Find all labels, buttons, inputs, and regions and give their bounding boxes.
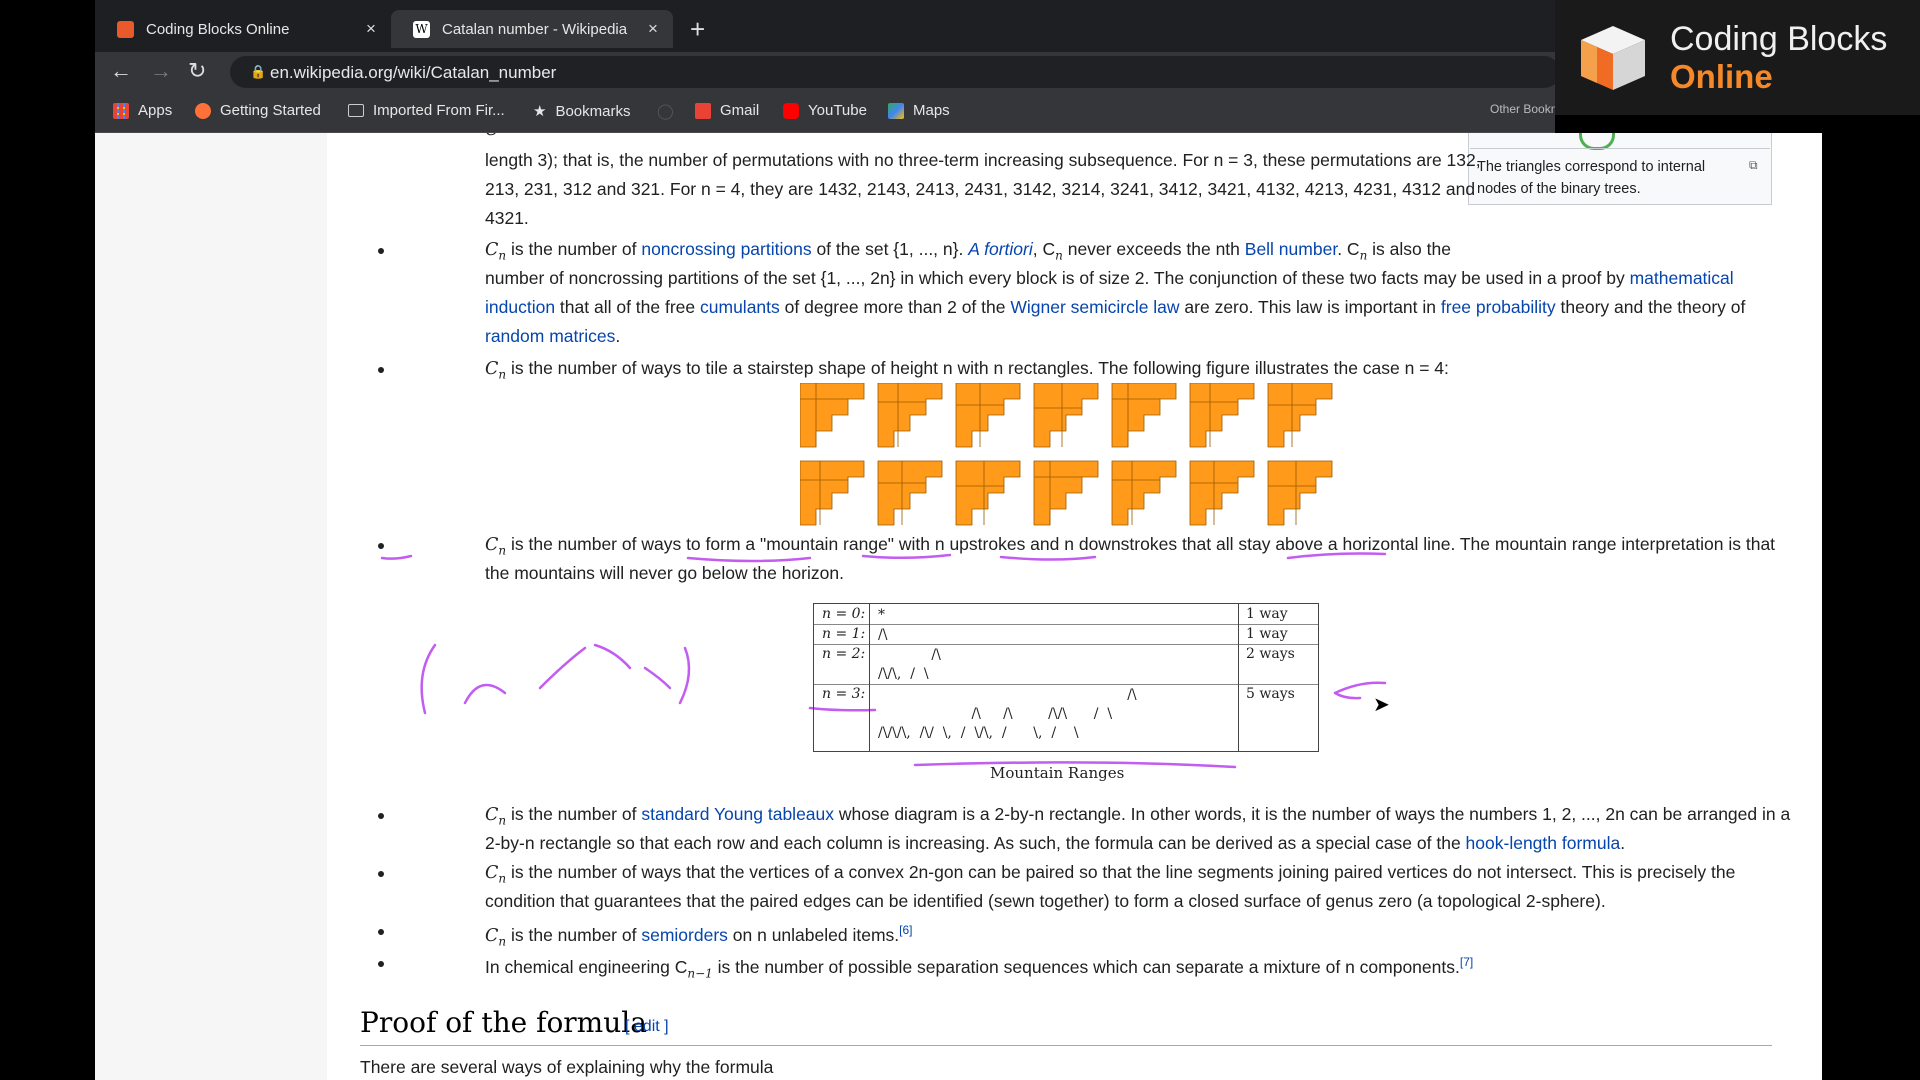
- youtube-icon: [783, 102, 799, 119]
- bookmark-bookmarks[interactable]: ★ Bookmarks: [533, 102, 631, 121]
- bullet: [378, 961, 384, 967]
- chemical-line: In chemical engineering Cn−1 is the numb…: [485, 955, 1474, 981]
- ref-7[interactable]: [7]: [1460, 955, 1473, 969]
- bookmark-label: Bookmarks: [555, 102, 631, 120]
- tab-close-icon[interactable]: ×: [641, 19, 665, 39]
- row-mountains: *: [878, 607, 885, 623]
- logo-text-coding-blocks: Coding Blocks: [1670, 20, 1888, 58]
- bookmark-label: Imported From Fir...: [373, 102, 505, 119]
- back-icon[interactable]: ←: [110, 58, 132, 84]
- row-n: n = 2:: [822, 646, 866, 662]
- bookmark-getting-started[interactable]: Getting Started: [195, 102, 321, 119]
- wikipedia-favicon-icon: W: [413, 20, 430, 38]
- row-ways: 5 ways: [1246, 686, 1295, 702]
- table-column-rule: [869, 604, 870, 751]
- bookmark-label: YouTube: [808, 102, 867, 119]
- row-mountains: /\: [878, 627, 888, 643]
- coding-blocks-logo-overlay: Coding Blocks Online: [1555, 0, 1920, 115]
- apps-grid-icon: [113, 102, 129, 119]
- bookmark-gmail[interactable]: Gmail: [695, 102, 759, 119]
- cube-logo-icon: [1581, 26, 1645, 90]
- lock-icon: 🔒: [250, 64, 267, 79]
- edit-link[interactable]: [ edit ]: [625, 1018, 669, 1036]
- wikipedia-page: The triangles correspond to internal nod…: [95, 133, 1822, 1080]
- logo-text-online: Online: [1670, 58, 1773, 95]
- tab-label: Coding Blocks Online: [146, 20, 290, 38]
- bookmark-imported[interactable]: Imported From Fir...: [348, 102, 505, 119]
- row-n: n = 0:: [822, 606, 866, 622]
- row-mountains: /\ /\ /\ /\/\ / \ /\/\/\, /\/ \, / \/\, …: [878, 687, 1137, 741]
- row-n: n = 3:: [822, 686, 866, 702]
- link-standard-young-tableaux[interactable]: standard Young tableaux: [641, 804, 834, 824]
- table-row: n = 3: /\ /\ /\ /\/\ / \ /\/\/\, /\/ \, …: [814, 684, 1318, 751]
- firefox-icon: [195, 102, 211, 119]
- table-row: n = 2: /\ /\/\, / \ 2 ways: [814, 644, 1318, 685]
- bookmark-label: Gmail: [720, 102, 760, 119]
- bookmark-label: Getting Started: [220, 102, 321, 119]
- table-row: n = 0: * 1 way: [814, 604, 1318, 625]
- table-row: n = 1: /\ 1 way: [814, 624, 1318, 645]
- tab-coding-blocks[interactable]: Coding Blocks Online ×: [95, 10, 391, 48]
- tab-strip: Coding Blocks Online × W Catalan number …: [95, 0, 1555, 58]
- tab-wikipedia[interactable]: W Catalan number - Wikipedia ×: [391, 10, 673, 48]
- bullet: [378, 813, 384, 819]
- bullet: [378, 929, 384, 935]
- mountain-ranges-table: n = 0: * 1 way n = 1: /\ 1 way n = 2: /\ /\/\,…: [813, 603, 1319, 752]
- url-text[interactable]: en.wikipedia.org/wiki/Catalan_number: [270, 63, 556, 83]
- maps-icon: [888, 102, 904, 119]
- bullet: [378, 871, 384, 877]
- bookmark-apps[interactable]: Apps: [113, 102, 172, 119]
- row-n: n = 1:: [822, 626, 866, 642]
- row-mountains: /\ /\/\, / \: [878, 647, 941, 682]
- gmail-icon: [695, 102, 711, 119]
- young-line-2: 2-by-n rectangle so that each row and ea…: [485, 833, 1626, 853]
- bookmarks-bar: Apps Getting Started Imported From Fir..…: [95, 92, 1583, 133]
- forward-icon[interactable]: →: [150, 58, 172, 84]
- folder-icon: [348, 104, 364, 117]
- bookmark-maps[interactable]: Maps: [888, 102, 950, 119]
- bookmark-youtube[interactable]: YouTube: [783, 102, 867, 119]
- tab-close-icon[interactable]: ×: [359, 19, 383, 39]
- ref-6[interactable]: [6]: [899, 923, 912, 937]
- section-heading: Proof of the formula: [360, 1006, 647, 1039]
- reload-icon[interactable]: ↻: [188, 58, 206, 84]
- row-ways: 1 way: [1246, 606, 1288, 622]
- row-ways: 2 ways: [1246, 646, 1295, 662]
- new-tab-button[interactable]: +: [690, 14, 705, 45]
- heading-rule: [360, 1045, 1772, 1046]
- table-caption: Mountain Ranges: [990, 764, 1125, 782]
- polygon-line-2: condition that guarantees that the paire…: [485, 891, 1606, 911]
- table-column-rule: [1238, 604, 1239, 751]
- browser-toolbar: ← → ↻ 🔒 en.wikipedia.org/wiki/Catalan_nu…: [95, 52, 1560, 92]
- bookmark-label: Apps: [138, 102, 173, 119]
- row-ways: 1 way: [1246, 626, 1288, 642]
- proof-line: There are several ways of explaining why…: [360, 1057, 774, 1077]
- address-bar[interactable]: 🔒 en.wikipedia.org/wiki/Catalan_number: [230, 56, 1560, 88]
- link-semiorders[interactable]: semiorders: [641, 925, 728, 945]
- mouse-cursor-icon: ➤: [1373, 694, 1390, 716]
- globe-icon[interactable]: ◯: [657, 102, 674, 120]
- tab-label: Catalan number - Wikipedia: [442, 20, 628, 38]
- link-hook-length-formula[interactable]: hook-length formula: [1466, 833, 1621, 853]
- coding-blocks-favicon-icon: [117, 20, 134, 38]
- star-icon: ★: [533, 103, 547, 120]
- bookmark-label: Maps: [913, 102, 950, 119]
